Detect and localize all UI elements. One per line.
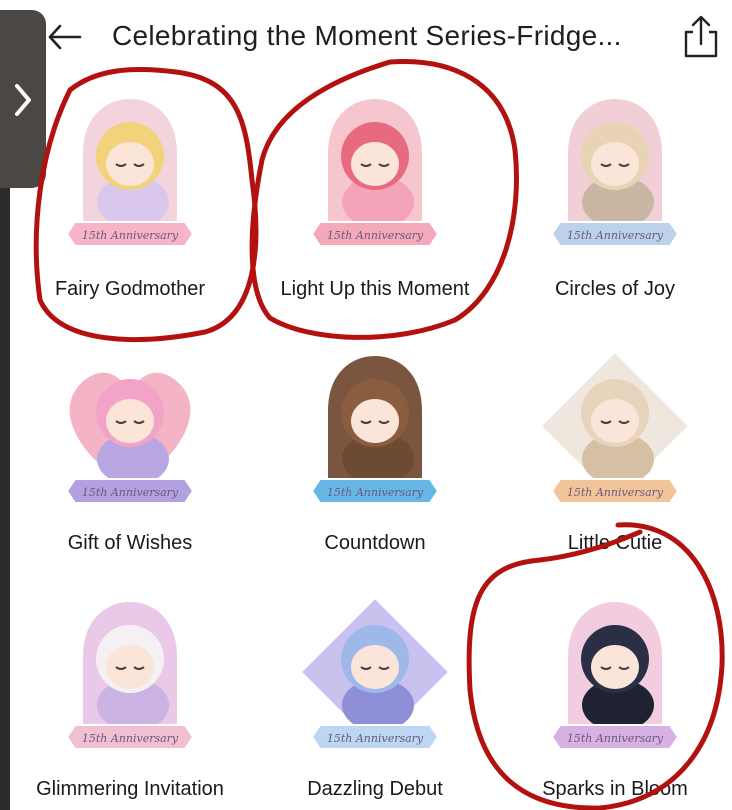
product-figure-image: 15th Anniversary <box>65 595 195 750</box>
product-card[interactable]: 15th Anniversary Circles of Joy <box>495 78 732 322</box>
product-figure-image: 15th Anniversary <box>293 590 457 754</box>
figure-face <box>106 645 154 689</box>
anniversary-ribbon-text: 15th Anniversary <box>567 732 664 745</box>
product-name: Little Cutie <box>567 532 663 554</box>
top-bar: Celebrating the Moment Series-Fridge... <box>0 0 732 78</box>
anniversary-ribbon-text: 15th Anniversary <box>82 486 179 499</box>
product-card[interactable]: 15th Anniversary Dazzling Debut <box>255 581 495 810</box>
figure-face <box>591 399 639 443</box>
back-arrow-icon[interactable] <box>44 22 84 52</box>
anniversary-ribbon-text: 15th Anniversary <box>327 732 424 745</box>
figure-face <box>591 142 639 186</box>
product-name: Light Up this Moment <box>280 278 470 300</box>
figure-face <box>106 399 154 443</box>
product-figure-image: 15th Anniversary <box>310 92 440 247</box>
product-figure-image: 15th Anniversary <box>550 595 680 750</box>
product-name: Countdown <box>324 532 426 554</box>
anniversary-ribbon-text: 15th Anniversary <box>567 486 664 499</box>
anniversary-ribbon-text: 15th Anniversary <box>327 229 424 242</box>
product-name: Glimmering Invitation <box>36 778 224 800</box>
product-name: Fairy Godmother <box>54 278 206 300</box>
product-card[interactable]: 15th Anniversary Fairy Godmother <box>10 78 250 322</box>
anniversary-ribbon-text: 15th Anniversary <box>82 229 179 242</box>
figure-face <box>106 142 154 186</box>
page-title: Celebrating the Moment Series-Fridge... <box>112 20 622 51</box>
product-figure-image: 15th Anniversary <box>310 349 440 504</box>
product-card[interactable]: 15th Anniversary Gift of Wishes <box>10 335 250 579</box>
product-grid: 15th Anniversary Fairy Godmother 15th Anni… <box>10 78 732 810</box>
product-card[interactable]: 15th Anniversary Sparks in Bloom <box>495 581 732 810</box>
product-figure-image: 15th Anniversary <box>533 344 697 508</box>
product-figure-image: 15th Anniversary <box>550 92 680 247</box>
product-card[interactable]: 15th Anniversary Glimmering Invitation <box>10 581 250 810</box>
product-figure-image: 15th Anniversary <box>63 366 197 504</box>
figure-face <box>591 645 639 689</box>
product-figure-image: 15th Anniversary <box>65 92 195 247</box>
side-panel-edge <box>0 188 10 810</box>
product-name: Dazzling Debut <box>307 778 443 800</box>
product-name: Gift of Wishes <box>67 532 193 554</box>
product-card[interactable]: 15th Anniversary Countdown <box>255 335 495 579</box>
figure-face <box>351 142 399 186</box>
anniversary-ribbon-text: 15th Anniversary <box>327 486 424 499</box>
share-icon[interactable] <box>680 12 722 60</box>
anniversary-ribbon-text: 15th Anniversary <box>567 229 664 242</box>
figure-face <box>351 399 399 443</box>
product-name: Sparks in Bloom <box>542 778 688 800</box>
figure-face <box>351 645 399 689</box>
product-name: Circles of Joy <box>554 278 676 300</box>
anniversary-ribbon-text: 15th Anniversary <box>82 732 179 745</box>
product-card[interactable]: 15th Anniversary Little Cutie <box>495 335 732 579</box>
product-card[interactable]: 15th Anniversary Light Up this Moment <box>255 78 495 322</box>
